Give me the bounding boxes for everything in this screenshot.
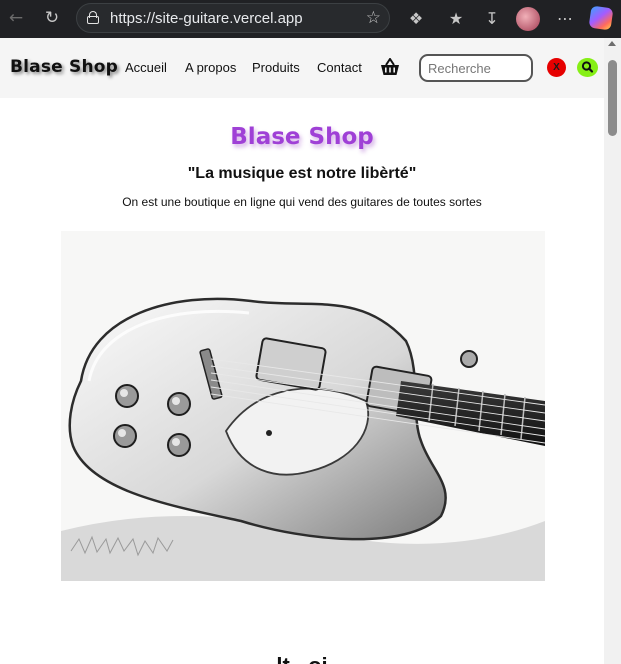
hero-tagline: "La musique est notre libèrté" bbox=[187, 165, 417, 182]
hero-description: On est une boutique en ligne qui vend de… bbox=[122, 195, 482, 209]
section-heading: lt...oi bbox=[0, 653, 604, 664]
page-content: Blase Shop Accueil A propos Produits Con… bbox=[0, 38, 604, 664]
search-input[interactable] bbox=[419, 54, 533, 82]
lock-icon[interactable] bbox=[87, 11, 99, 24]
clear-button[interactable]: X bbox=[547, 58, 566, 77]
back-icon[interactable]: ← bbox=[6, 8, 26, 28]
page-scrollbar[interactable] bbox=[604, 38, 621, 664]
copilot-icon[interactable] bbox=[588, 5, 614, 31]
star-icon[interactable]: ☆ bbox=[366, 8, 381, 28]
hero-title: Blase Shop bbox=[230, 124, 374, 150]
site-navbar: Blase Shop Accueil A propos Produits Con… bbox=[0, 38, 604, 98]
guitar-image bbox=[61, 231, 545, 581]
brand-logo[interactable]: Blase Shop bbox=[10, 57, 118, 77]
nav-link-accueil[interactable]: Accueil bbox=[125, 60, 167, 75]
more-icon[interactable]: ⋯ bbox=[554, 8, 576, 30]
nav-link-a-propos[interactable]: A propos bbox=[185, 60, 236, 75]
profile-avatar[interactable] bbox=[516, 7, 540, 31]
nav-link-contact[interactable]: Contact bbox=[317, 60, 362, 75]
reload-icon[interactable]: ↻ bbox=[42, 8, 62, 28]
basket-icon[interactable] bbox=[380, 58, 400, 76]
search-button[interactable] bbox=[577, 58, 598, 77]
favorites-icon[interactable]: ★ bbox=[445, 8, 467, 30]
scroll-up-icon[interactable] bbox=[608, 41, 616, 46]
scrollbar-thumb[interactable] bbox=[608, 60, 617, 136]
address-url[interactable]: https://site-guitare.vercel.app bbox=[110, 10, 303, 27]
nav-link-produits[interactable]: Produits bbox=[252, 60, 300, 75]
search-icon bbox=[581, 61, 594, 73]
address-bar[interactable]: https://site-guitare.vercel.app ☆ bbox=[76, 3, 390, 33]
browser-toolbar: ← ↻ https://site-guitare.vercel.app ☆ ❖ … bbox=[0, 0, 621, 38]
download-icon[interactable]: ↧ bbox=[481, 8, 503, 30]
extensions-icon[interactable]: ❖ bbox=[405, 8, 427, 30]
